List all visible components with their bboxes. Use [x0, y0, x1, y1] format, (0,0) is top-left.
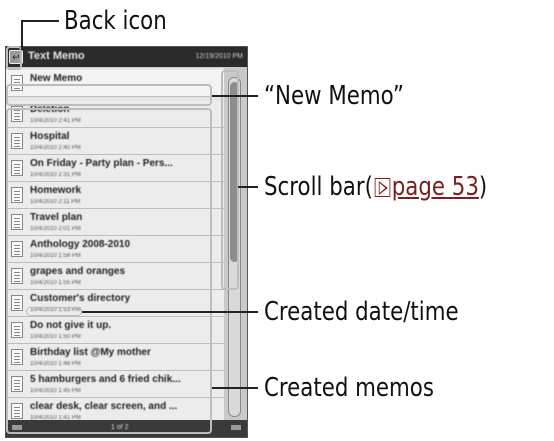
new-memo-label: New Memo: [30, 73, 83, 84]
scroll-bar-callout-suffix: ): [478, 172, 488, 202]
created-memos-callout: Created memos: [264, 373, 434, 403]
created-datetime-leader: [82, 311, 258, 313]
back-icon-leader: [21, 20, 59, 22]
created-datetime-highlight: [26, 307, 82, 316]
option-key-icon: [231, 425, 241, 430]
scroll-bar-callout: Scroll bar( page 53): [264, 174, 487, 200]
new-memo-callout: “New Memo”: [264, 81, 404, 111]
new-memo-highlight: [6, 84, 212, 106]
scroll-bar-leader: [238, 186, 258, 188]
created-datetime-callout: Created date/time: [264, 297, 459, 327]
new-memo-leader: [212, 95, 258, 97]
scroll-bar-highlight: [221, 70, 239, 290]
page-reference-icon: [374, 178, 391, 197]
scroll-bar-callout-prefix: Scroll bar(: [264, 172, 373, 202]
created-memos-leader: [212, 387, 258, 389]
back-icon-highlight: [6, 46, 22, 70]
created-memos-highlight: [6, 108, 212, 434]
title-bar: ↩ Text Memo 12/19/2010 PM: [6, 47, 247, 67]
back-icon-leader: [21, 20, 23, 50]
clock: 12/19/2010 PM: [195, 53, 243, 60]
page-53-link[interactable]: page 53: [392, 172, 479, 202]
app-title: Text Memo: [28, 50, 85, 62]
back-icon-callout: Back icon: [64, 6, 167, 36]
